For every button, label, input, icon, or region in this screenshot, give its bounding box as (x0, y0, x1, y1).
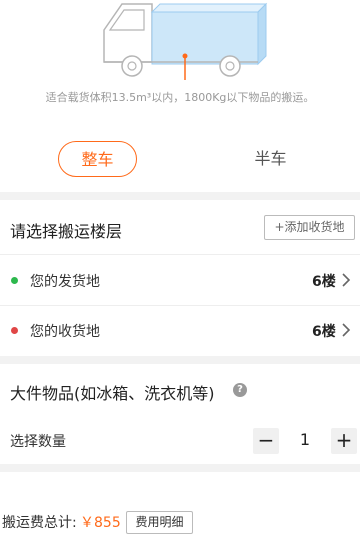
tab-full-truck[interactable]: 整车 (58, 141, 137, 177)
origin-floor-value: 6楼 (312, 274, 336, 290)
truck-icon (103, 2, 268, 80)
origin-dot-icon (11, 277, 18, 284)
floor-section-title: 请选择搬运楼层 (10, 222, 123, 241)
quantity-value: 1 (299, 430, 311, 449)
destination-dot-icon (11, 327, 18, 334)
fee-detail-button[interactable]: 费用明细 (126, 511, 193, 534)
destination-row[interactable]: 您的收货地 6楼 (0, 305, 360, 355)
fee-summary-bar: 搬运费总计: ￥855 费用明细 (0, 500, 360, 536)
quantity-label: 选择数量 (10, 434, 66, 450)
help-icon[interactable]: ? (233, 383, 247, 397)
large-items-title: 大件物品(如冰箱、洗衣机等) (10, 384, 215, 403)
origin-label: 您的发货地 (30, 274, 100, 290)
section-divider (0, 356, 360, 364)
add-destination-button[interactable]: +添加收货地 (264, 215, 355, 240)
chevron-right-icon (342, 323, 351, 337)
vehicle-type-tabs: 整车 半车 (0, 112, 360, 192)
destination-label: 您的收货地 (30, 324, 100, 340)
origin-row[interactable]: 您的发货地 6楼 (0, 255, 360, 305)
chevron-right-icon (342, 273, 351, 287)
quantity-minus-button[interactable]: − (253, 428, 279, 454)
floor-selection-section: 请选择搬运楼层 +添加收货地 您的发货地 6楼 您的收货地 6楼 (0, 200, 360, 356)
total-fee-value: ￥855 (80, 515, 121, 531)
destination-floor-value: 6楼 (312, 324, 336, 340)
tab-half-truck[interactable]: 半车 (231, 141, 310, 177)
section-divider (0, 464, 360, 472)
quantity-plus-button[interactable]: + (331, 428, 357, 454)
section-divider (0, 192, 360, 200)
vehicle-illustration-area: 适合载货体积13.5m³以内，1800Kg以下物品的搬运。 (0, 0, 360, 112)
large-items-section: 大件物品(如冰箱、洗衣机等) ? 选择数量 − 1 + (0, 364, 360, 464)
capacity-note: 适合载货体积13.5m³以内，1800Kg以下物品的搬运。 (45, 91, 315, 104)
total-fee-label: 搬运费总计: (2, 515, 77, 531)
